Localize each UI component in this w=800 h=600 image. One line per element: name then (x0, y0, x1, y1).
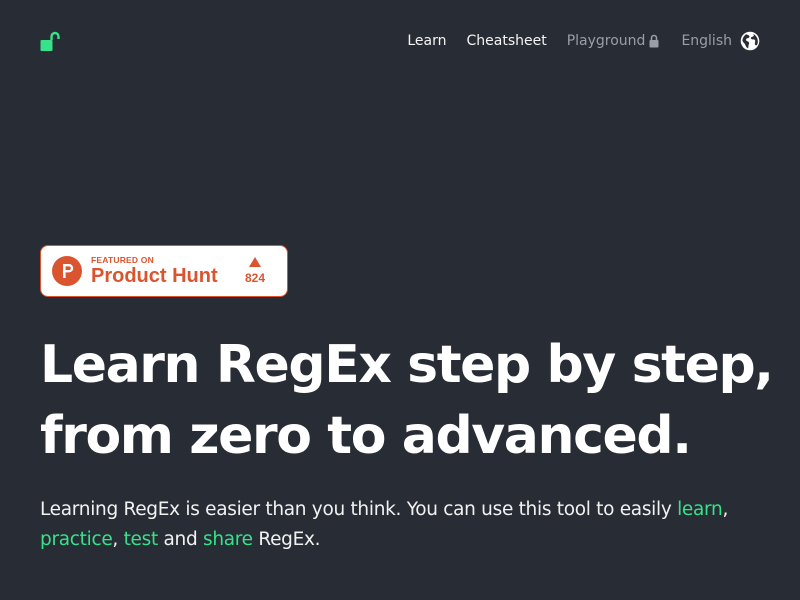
globe-icon (740, 31, 760, 51)
lock-icon (649, 34, 659, 48)
nav-playground[interactable]: Playground (547, 28, 660, 54)
language-selector[interactable]: English (681, 28, 760, 54)
nav-playground-label: Playground (566, 33, 646, 49)
lead-link-share[interactable]: share (203, 529, 253, 550)
lead-end: RegEx. (252, 529, 321, 550)
hero-headline-line-1: Learn RegEx step by step, (40, 335, 774, 395)
lead-link-practice[interactable]: practice (40, 529, 113, 550)
header: Learn Cheatsheet Playground English (40, 28, 760, 54)
lead-separator: , (722, 499, 729, 520)
lead-text: Learning RegEx is easier than you think.… (40, 499, 678, 520)
hero-headline: Learn RegEx step by step, from zero to a… (40, 330, 774, 472)
hero-lead: Learning RegEx is easier than you think.… (40, 495, 760, 555)
product-hunt-text: FEATURED ON Product Hunt (91, 255, 239, 287)
lead-separator: , (112, 529, 124, 550)
hero-headline-line-2: from zero to advanced. (40, 406, 692, 466)
product-hunt-p-icon (52, 256, 82, 286)
main-nav: Learn Cheatsheet Playground English (387, 28, 760, 54)
nav-cheatsheet[interactable]: Cheatsheet (466, 28, 546, 54)
product-hunt-featured-label: FEATURED ON (91, 255, 154, 265)
lead-link-learn[interactable]: learn (677, 499, 723, 520)
product-hunt-name: Product Hunt (91, 265, 218, 287)
page: Learn Cheatsheet Playground English FEAT… (0, 0, 800, 600)
open-lock-icon[interactable] (40, 30, 60, 52)
lead-and: and (157, 529, 203, 550)
language-label: English (681, 33, 732, 49)
upvote-triangle-icon (249, 257, 261, 267)
product-hunt-badge[interactable]: FEATURED ON Product Hunt 824 (40, 245, 288, 297)
product-hunt-vote-count: 824 (244, 271, 266, 285)
lead-link-test[interactable]: test (124, 529, 159, 550)
nav-learn[interactable]: Learn (407, 28, 446, 54)
product-hunt-votes: 824 (239, 257, 271, 285)
